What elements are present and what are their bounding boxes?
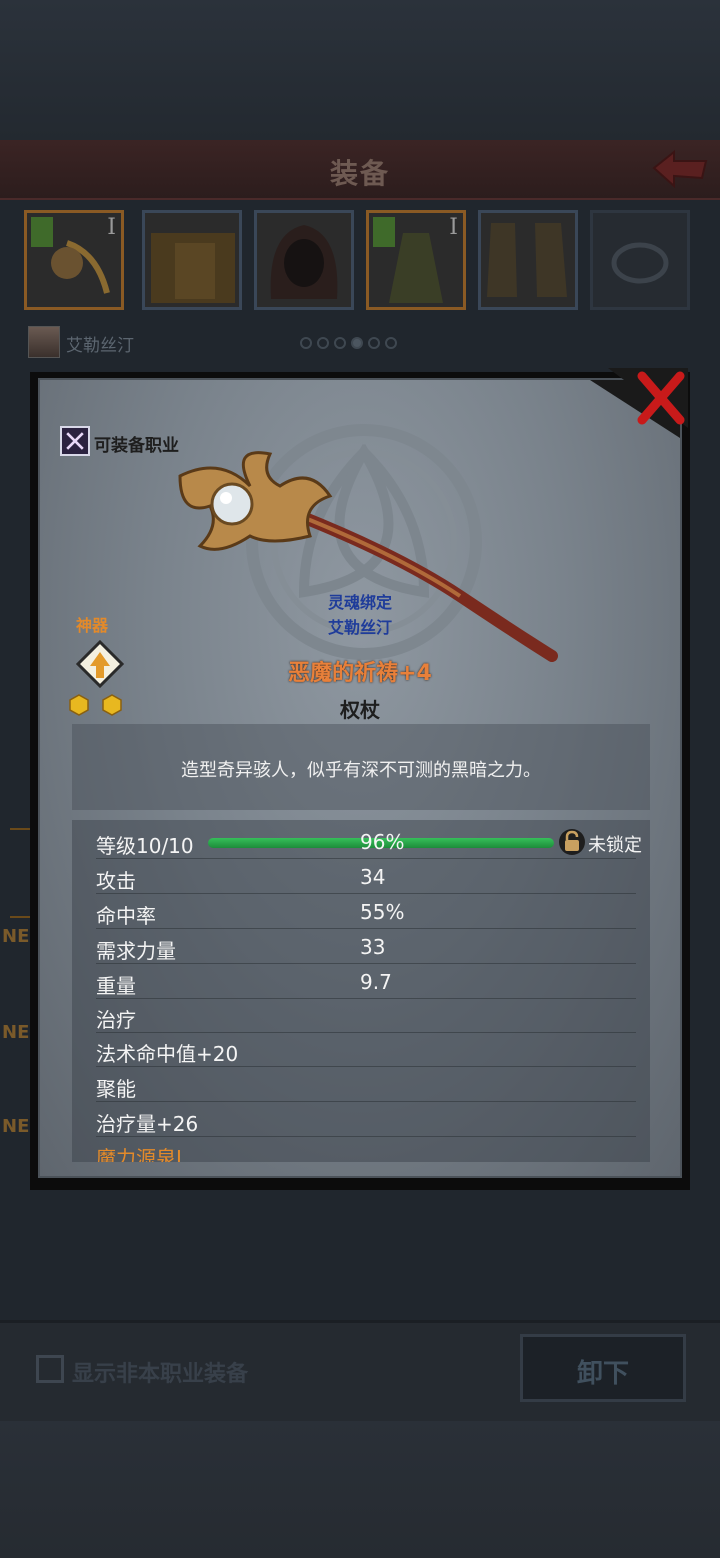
class-swords-icon xyxy=(60,426,90,456)
soul-bind-info: 灵魂绑定 艾勒丝汀 xyxy=(300,590,420,640)
level-row: 等级10/10 96% 未锁定 xyxy=(96,824,642,859)
stat-name: 治疗 xyxy=(96,1008,136,1032)
stat-value: 34 xyxy=(360,865,386,889)
avatar[interactable] xyxy=(28,326,60,358)
slot-head[interactable] xyxy=(254,210,354,310)
stat-row: 聚能 xyxy=(96,1067,636,1102)
stat-value: 9.7 xyxy=(360,970,392,994)
header-bar: 装备 xyxy=(0,140,720,200)
page-dot-active[interactable] xyxy=(351,337,363,349)
stat-value: 33 xyxy=(360,935,386,959)
page-dot[interactable] xyxy=(368,337,380,349)
stat-row: 治疗 xyxy=(96,998,636,1033)
show-other-class-label: 显示非本职业装备 xyxy=(72,1362,249,1387)
slot-level: I xyxy=(107,215,116,240)
boots-icon xyxy=(487,223,567,297)
unequip-label: 卸下 xyxy=(576,1359,629,1389)
background-card xyxy=(10,828,32,918)
stat-row: 攻击 34 xyxy=(96,859,636,894)
page-dot[interactable] xyxy=(334,337,346,349)
stats-panel[interactable]: 等级10/10 96% 未锁定 攻击 34 命中率 55% 需求力量 33 重量… xyxy=(72,820,650,1162)
ring-icon xyxy=(611,242,669,284)
top-background xyxy=(0,0,720,140)
soul-bind-label: 灵魂绑定 xyxy=(327,593,392,612)
stat-row: 重量 9.7 xyxy=(96,964,636,999)
hood-icon xyxy=(270,225,338,299)
item-name: 恶魔的祈祷+4 xyxy=(288,661,432,686)
stat-row: 需求力量 33 xyxy=(96,929,636,964)
armor-icon xyxy=(151,233,235,303)
unequip-button[interactable]: 卸下 xyxy=(520,1334,686,1402)
page-title: 装备 xyxy=(329,157,390,190)
artifact-label: 神器 xyxy=(76,616,109,635)
page-dots xyxy=(300,334,402,353)
close-icon[interactable] xyxy=(602,368,688,428)
stat-name: 重量 xyxy=(96,974,136,998)
lock-status: 未锁定 xyxy=(588,835,642,856)
show-other-class-checkbox[interactable] xyxy=(36,1355,64,1383)
item-type: 权杖 xyxy=(340,698,380,722)
back-arrow-icon[interactable] xyxy=(650,148,710,190)
stat-row: 治疗量+26 xyxy=(96,1102,636,1137)
slot-ring[interactable] xyxy=(590,210,690,310)
stat-row: 命中率 55% xyxy=(96,894,636,929)
page-dot[interactable] xyxy=(385,337,397,349)
slot-feet[interactable] xyxy=(478,210,578,310)
stat-name: 命中率 xyxy=(96,904,156,928)
slot-level: I xyxy=(449,215,458,240)
stat-row: 魔力源泉I xyxy=(96,1136,636,1162)
new-tag: NE xyxy=(2,926,30,947)
page-dot[interactable] xyxy=(317,337,329,349)
slot-armor[interactable] xyxy=(142,210,242,310)
level-percent: 96% xyxy=(360,830,405,854)
stat-name: 魔力源泉I xyxy=(96,1146,182,1162)
stat-name: 攻击 xyxy=(96,869,136,893)
new-tag: NE xyxy=(2,1116,30,1137)
stat-value: 55% xyxy=(360,900,405,924)
level-label: 等级10/10 xyxy=(96,834,194,858)
bottom-background xyxy=(0,1415,720,1558)
stat-row: 法术命中值+20 xyxy=(96,1032,636,1067)
page-dot[interactable] xyxy=(300,337,312,349)
lock-icon[interactable] xyxy=(558,828,586,856)
slot-weapon[interactable]: I xyxy=(24,210,124,310)
new-tag: NE xyxy=(2,1022,30,1043)
description-box: 造型奇异骇人，似乎有深不可测的黑暗之力。 xyxy=(72,724,650,810)
slot-body[interactable]: I xyxy=(366,210,466,310)
stat-name: 治疗量+26 xyxy=(96,1112,199,1136)
stat-name: 法术命中值+20 xyxy=(96,1042,239,1066)
bound-character-name: 艾勒丝汀 xyxy=(327,618,392,637)
stat-name: 聚能 xyxy=(96,1077,136,1101)
character-name: 艾勒丝汀 xyxy=(66,336,134,356)
stat-name: 需求力量 xyxy=(96,939,176,963)
equipment-slots: I I xyxy=(24,210,720,312)
item-description: 造型奇异骇人，似乎有深不可测的黑暗之力。 xyxy=(181,760,541,781)
